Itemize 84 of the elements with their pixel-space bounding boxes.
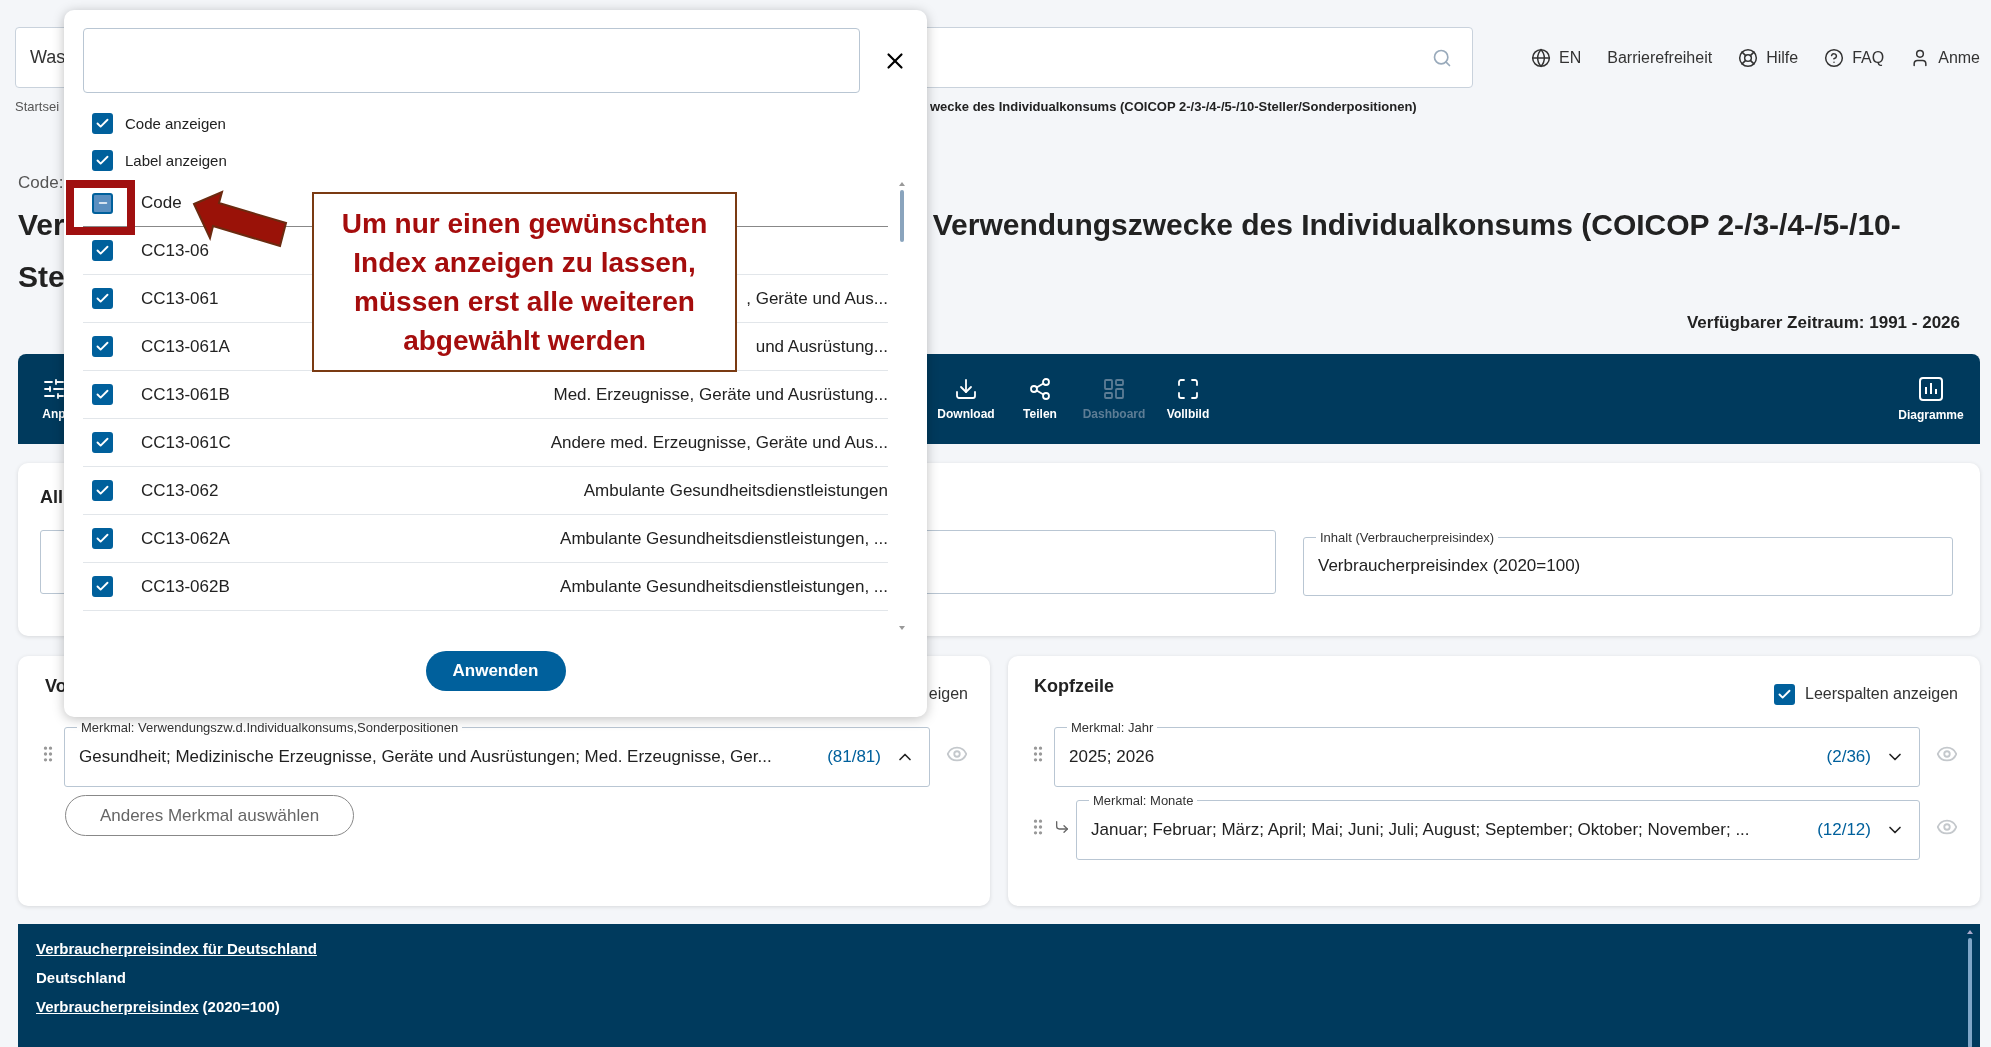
checkbox[interactable] xyxy=(92,384,113,405)
checkbox[interactable] xyxy=(92,528,113,549)
checkbox[interactable] xyxy=(92,576,113,597)
highlight-frame xyxy=(66,180,135,235)
checkbox[interactable] xyxy=(92,336,113,357)
breadcrumb-current: wecke des Individualkonsums (COICOP 2-/3-/4-/5-/10-Steller/Sonderpositionen) xyxy=(930,98,1417,114)
checkbox[interactable] xyxy=(92,432,113,453)
dialog-option[interactable]: Label anzeigen xyxy=(92,142,908,179)
select-field[interactable]: Merkmal: Jahr 2025; 2026 (2/36) xyxy=(1054,720,1920,787)
hint-tooltip: Um nur einen gewünschten Index anzeigen zu lassen, müssen erst alle weiteren abgewählt werden xyxy=(312,192,737,372)
checkbox[interactable] xyxy=(92,192,113,214)
check-icon xyxy=(95,435,110,450)
check-icon xyxy=(95,153,110,168)
list-item[interactable]: CC13-062B Ambulante Gesundheitsdienstleistungen, ... xyxy=(83,563,888,611)
selection-count: (2/36) xyxy=(1826,746,1871,767)
nested-arrow-icon xyxy=(1054,818,1070,835)
field-value: Verbraucherpreisindex (2020=100) xyxy=(1318,556,1582,576)
checkbox[interactable] xyxy=(92,150,113,171)
card-heading: All xyxy=(40,487,63,508)
toolbar-button[interactable]: Diagramme xyxy=(1896,376,1966,422)
footer-text: Deutschland xyxy=(36,969,126,986)
list-item[interactable]: CC13-062A Ambulante Gesundheitsdienstleistungen, ... xyxy=(83,515,888,563)
page-title: Verwendungszwecke des Individualkonsums (COICOP 2-/3-/4-/5-/10- xyxy=(932,208,1901,242)
card-heading: Kopfzeile xyxy=(1034,676,1114,697)
check-icon xyxy=(95,531,110,546)
field-value: 2025; 2026 xyxy=(1069,746,1156,767)
select-feature-button[interactable]: Anderes Merkmal auswählen xyxy=(65,795,354,836)
footer-link[interactable]: Verbraucherpreisindex xyxy=(36,998,199,1015)
share-icon xyxy=(1028,377,1052,401)
option-label: eigen xyxy=(928,685,968,703)
footer-text: (2020=100) xyxy=(202,998,280,1015)
download-icon xyxy=(954,377,978,401)
field-value: Gesundheit; Medizinische Erzeugnisse, Geräte und Ausrüstungen; Med. Erzeugnisse, Ger... xyxy=(79,746,773,767)
field-value: Januar; Februar; März; April; Mai; Juni; Juli; August; September; Oktober; November; ... xyxy=(1091,819,1751,840)
globe-icon xyxy=(1531,47,1551,68)
period-text: Verfügbarer Zeitraum: 1991 - 2026 xyxy=(1686,313,1960,333)
check-icon xyxy=(95,483,110,498)
header-link[interactable]: Hilfe xyxy=(1738,47,1799,68)
select-field[interactable]: Merkmal: Monate Januar; Februar; März; April; Mai; Juni; Juli; August; September; Oktober; November; ... (12/12) xyxy=(1076,793,1920,860)
toolbar-button[interactable]: Teilen xyxy=(1003,377,1077,421)
toolbar-button[interactable]: Download xyxy=(929,377,1003,421)
header-link[interactable]: EN xyxy=(1531,47,1582,68)
search-text: Was xyxy=(30,47,66,68)
checkbox[interactable] xyxy=(1774,683,1795,705)
field-label: Inhalt (Verbraucherpreisindex) xyxy=(1319,530,1496,545)
check-icon xyxy=(95,339,110,354)
check-icon xyxy=(95,116,110,131)
select-field[interactable]: Merkmal: Verwendungszw.d.Individualkonsums,Sonderpositionen Gesundheit; Medizinische Erzeugnisse, Geräte und Ausrüstungen; Med. Erzeugnisse, Ger... (81/81) xyxy=(64,720,930,787)
page-title: Ver xyxy=(18,208,65,242)
check-icon xyxy=(95,579,110,594)
header-link[interactable]: Barrierefreiheit xyxy=(1607,48,1713,67)
footer-link[interactable]: Verbraucherpreisindex für Deutschland xyxy=(36,940,317,957)
empty-columns-option[interactable]: Leerspalten anzeigen xyxy=(1774,683,1958,705)
toolbar-button[interactable]: Vollbild xyxy=(1151,377,1225,421)
check-icon xyxy=(95,243,110,258)
field-label: Merkmal: Jahr xyxy=(1070,720,1155,735)
field-label: Merkmal: Verwendungszw.d.Individualkonsums,Sonderpositionen xyxy=(80,720,460,735)
help-icon xyxy=(1824,47,1845,68)
scrollbar-drawing[interactable] xyxy=(1966,928,1974,1047)
check-icon xyxy=(95,387,110,402)
apply-button[interactable]: Anwenden xyxy=(425,651,566,691)
page-title: Ste xyxy=(18,260,65,294)
header-link[interactable]: Anme xyxy=(1910,47,1980,68)
fullscreen-icon xyxy=(1176,377,1200,401)
code-label: Code: xyxy=(18,173,64,194)
check-icon xyxy=(95,291,110,306)
column-header: Code xyxy=(141,193,182,213)
dialog-option[interactable]: Code anzeigen xyxy=(92,105,908,142)
lifebuoy-icon xyxy=(1738,47,1759,68)
checkbox[interactable] xyxy=(92,113,113,134)
checkbox[interactable] xyxy=(92,480,113,501)
dashboard-icon xyxy=(1102,377,1126,401)
chart-icon xyxy=(1918,376,1944,402)
header-link[interactable]: FAQ xyxy=(1824,47,1885,68)
search-field[interactable] xyxy=(83,28,860,93)
search-icon xyxy=(1432,47,1452,68)
field-label: Merkmal: Monate xyxy=(1092,793,1195,808)
selection-count: (12/12) xyxy=(1817,819,1871,840)
checkbox[interactable] xyxy=(92,240,113,261)
list-item[interactable]: CC13-062 Ambulante Gesundheitsdienstleistungen xyxy=(83,467,888,515)
selection-count: (81/81) xyxy=(827,746,881,767)
list-item[interactable]: CC13-061C Andere med. Erzeugnisse, Geräte und Aus... xyxy=(83,419,888,467)
checkbox[interactable] xyxy=(92,288,113,309)
content-field[interactable]: Inhalt (Verbraucherpreisindex) Verbraucherpreisindex (2020=100) xyxy=(1303,530,1953,596)
